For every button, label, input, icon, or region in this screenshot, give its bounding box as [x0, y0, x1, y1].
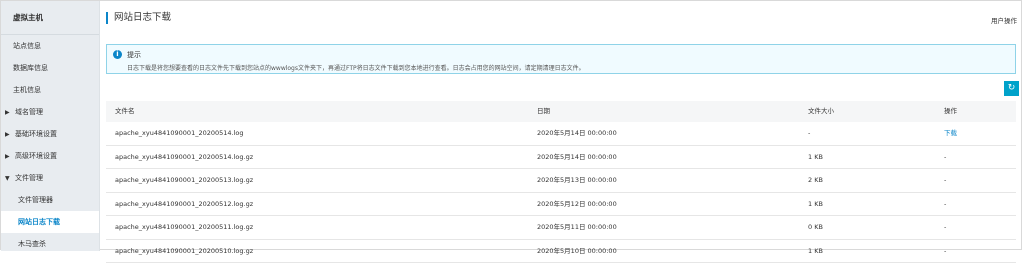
sidebar-item-label: 网站日志下载 — [18, 218, 60, 226]
size-cell: 1 KB — [808, 146, 823, 168]
sidebar-item-label: 数据库信息 — [13, 64, 48, 72]
action-cell: - — [944, 169, 946, 191]
caret-right-icon: ▶ — [5, 124, 15, 146]
date-cell: 2020年5月14日 00:00:00 — [537, 122, 617, 144]
size-cell: - — [808, 122, 810, 144]
column-header-action: 操作 — [944, 101, 957, 122]
filename-cell: apache_xyu4841090001_20200510.log.gz — [115, 240, 253, 262]
user-operations-link[interactable]: 用户操作 — [991, 15, 1017, 25]
filename-cell: apache_xyu4841090001_20200514.log.gz — [115, 146, 253, 168]
date-cell: 2020年5月12日 00:00:00 — [537, 193, 617, 215]
sidebar-item-0[interactable]: 站点信息 — [1, 35, 99, 57]
sidebar-item-7[interactable]: 文件管理器 — [1, 189, 99, 211]
action-cell: - — [944, 240, 946, 262]
date-cell: 2020年5月11日 00:00:00 — [537, 216, 617, 238]
sidebar-item-label: 站点信息 — [13, 42, 41, 50]
refresh-icon: ↻ — [1008, 83, 1016, 93]
column-header-size: 文件大小 — [808, 101, 834, 122]
sidebar-item-label: 主机信息 — [13, 86, 41, 94]
column-header-filename: 文件名 — [115, 101, 135, 122]
tip-text: 日志下载是将您想要查看的日志文件先下载到您站点的wwwlogs文件夹下，再通过F… — [127, 63, 585, 72]
sidebar-menu: 站点信息数据库信息主机信息▶域名管理▶基础环境设置▶高级环境设置▼文件管理文件管… — [1, 35, 99, 255]
sidebar-item-5[interactable]: ▶高级环境设置 — [1, 145, 99, 167]
sidebar-item-3[interactable]: ▶域名管理 — [1, 101, 99, 123]
date-cell: 2020年5月10日 00:00:00 — [537, 240, 617, 262]
size-cell: 1 KB — [808, 240, 823, 262]
size-cell: 0 KB — [808, 216, 823, 238]
table-row: apache_xyu4841090001_20200514.log 2020年5月… — [106, 122, 1016, 146]
sidebar-item-label: 高级环境设置 — [15, 152, 57, 160]
log-table: 文件名 日期 文件大小 操作 apache_xyu4841090001_2020… — [106, 101, 1016, 263]
action-cell: - — [944, 193, 946, 215]
filename-cell: apache_xyu4841090001_20200513.log.gz — [115, 169, 253, 191]
action-cell: - — [944, 146, 946, 168]
sidebar-item-label: 文件管理器 — [18, 196, 53, 204]
tip-box: i 提示 日志下载是将您想要查看的日志文件先下载到您站点的wwwlogs文件夹下… — [106, 44, 1016, 74]
refresh-button[interactable]: ↻ — [1004, 81, 1019, 96]
column-header-date: 日期 — [537, 101, 550, 122]
table-row: apache_xyu4841090001_20200514.log.gz 2020… — [106, 146, 1016, 170]
sidebar-item-label: 木马查杀 — [18, 240, 46, 248]
info-icon: i — [113, 50, 122, 59]
date-cell: 2020年5月13日 00:00:00 — [537, 169, 617, 191]
table-row: apache_xyu4841090001_20200511.log.gz 2020… — [106, 216, 1016, 240]
sidebar-item-label: 文件管理 — [15, 174, 43, 182]
caret-right-icon: ▶ — [5, 102, 15, 124]
table-row: apache_xyu4841090001_20200513.log.gz 2020… — [106, 169, 1016, 193]
table-body: apache_xyu4841090001_20200514.log 2020年5月… — [106, 122, 1016, 263]
sidebar-item-8[interactable]: 网站日志下载 — [1, 211, 99, 233]
caret-down-icon: ▼ — [5, 168, 15, 190]
sidebar-title: 虚拟主机 — [1, 1, 99, 35]
sidebar: 虚拟主机 站点信息数据库信息主机信息▶域名管理▶基础环境设置▶高级环境设置▼文件… — [1, 1, 100, 251]
main-content: 网站日志下载 用户操作 i 提示 日志下载是将您想要查看的日志文件先下载到您站点… — [99, 1, 1023, 251]
size-cell: 2 KB — [808, 169, 823, 191]
download-link[interactable]: 下载 — [944, 122, 957, 144]
filename-cell: apache_xyu4841090001_20200511.log.gz — [115, 216, 253, 238]
page-header: 网站日志下载 用户操作 — [99, 1, 1023, 34]
size-cell: 1 KB — [808, 193, 823, 215]
sidebar-item-1[interactable]: 数据库信息 — [1, 57, 99, 79]
tip-title: 提示 — [127, 50, 141, 60]
filename-cell: apache_xyu4841090001_20200514.log — [115, 122, 244, 144]
table-row: apache_xyu4841090001_20200510.log.gz 2020… — [106, 240, 1016, 263]
page-title: 网站日志下载 — [106, 12, 171, 24]
sidebar-item-6[interactable]: ▼文件管理 — [1, 167, 99, 189]
date-cell: 2020年5月14日 00:00:00 — [537, 146, 617, 168]
caret-right-icon: ▶ — [5, 146, 15, 168]
window-frame: 虚拟主机 站点信息数据库信息主机信息▶域名管理▶基础环境设置▶高级环境设置▼文件… — [0, 0, 1022, 250]
sidebar-item-label: 基础环境设置 — [15, 130, 57, 138]
sidebar-item-4[interactable]: ▶基础环境设置 — [1, 123, 99, 145]
action-cell: - — [944, 216, 946, 238]
table-header: 文件名 日期 文件大小 操作 — [106, 101, 1016, 122]
sidebar-item-2[interactable]: 主机信息 — [1, 79, 99, 101]
sidebar-item-label: 域名管理 — [15, 108, 43, 116]
table-row: apache_xyu4841090001_20200512.log.gz 2020… — [106, 193, 1016, 217]
filename-cell: apache_xyu4841090001_20200512.log.gz — [115, 193, 253, 215]
